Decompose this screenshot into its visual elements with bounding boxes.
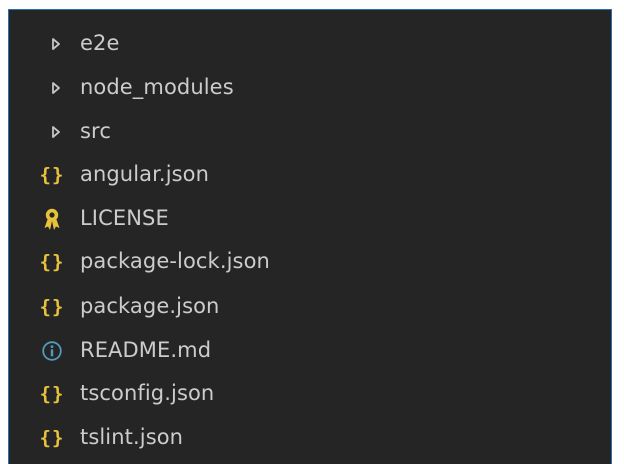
tree-item-src[interactable]: src [9,112,611,152]
info-icon [41,340,63,362]
tree-item-label: angular.json [80,162,210,187]
tree-item-angular-json[interactable]: {} angular.json [9,155,611,195]
tree-item-label: package.json [80,294,220,319]
chevron-right-icon[interactable] [51,81,61,95]
screenshot-frame: e2e node_modules src {} angular.json LIC… [0,0,624,464]
tree-item-tsconfig-json[interactable]: {} tsconfig.json [9,374,611,414]
license-icon [41,207,63,231]
tree-item-tslint-json[interactable]: {} tslint.json [9,418,611,458]
json-braces-icon: {} [39,251,65,273]
file-explorer-panel: e2e node_modules src {} angular.json LIC… [8,9,612,464]
tree-item-label: node_modules [80,75,234,100]
chevron-right-icon[interactable] [51,125,61,139]
tree-item-package-lock-json[interactable]: {} package-lock.json [9,242,611,282]
tree-item-label: package-lock.json [80,249,270,274]
tree-item-node-modules[interactable]: node_modules [9,68,611,108]
chevron-right-icon[interactable] [51,37,61,51]
tree-item-license[interactable]: LICENSE [9,199,611,239]
json-braces-icon: {} [39,427,65,449]
tree-item-package-json[interactable]: {} package.json [9,287,611,327]
tree-item-label: tsconfig.json [80,381,215,406]
tree-item-label: src [80,119,111,144]
tree-item-label: README.md [80,338,212,363]
json-braces-icon: {} [39,383,65,405]
tree-item-e2e[interactable]: e2e [9,24,611,64]
json-braces-icon: {} [39,296,65,318]
json-braces-icon: {} [39,164,65,186]
tree-item-label: LICENSE [80,206,169,231]
tree-item-label: tslint.json [80,425,184,450]
tree-item-readme-md[interactable]: README.md [9,331,611,371]
tree-item-label: e2e [80,31,120,56]
